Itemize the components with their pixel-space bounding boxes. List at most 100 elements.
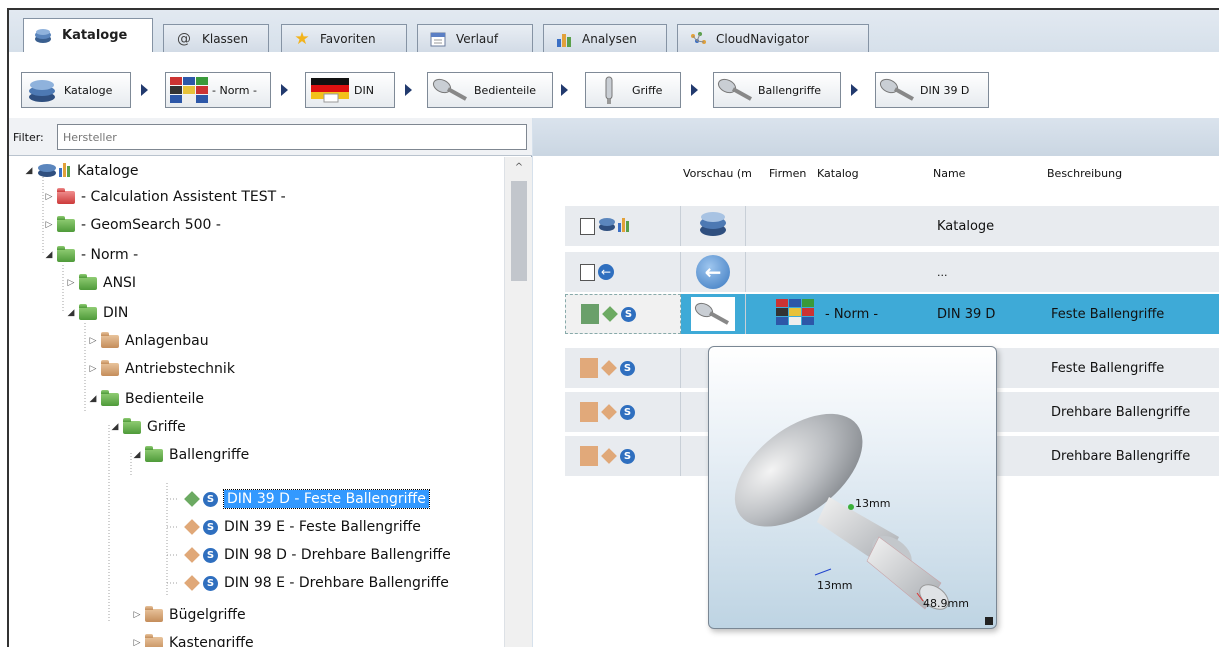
tree-node-norm[interactable]: ◢ - Norm -	[43, 241, 138, 269]
name-cell: Kataloge	[937, 218, 995, 234]
tree-node-label: ANSI	[103, 275, 137, 291]
breadcrumb-norm[interactable]: - Norm -	[165, 72, 271, 108]
tree-node-buegelgriffe[interactable]: ▷ Bügelgriffe	[131, 601, 246, 629]
breadcrumb-griffe[interactable]: Griffe	[585, 72, 681, 108]
row-checkbox[interactable]	[580, 263, 595, 281]
preview-cell: ←	[681, 252, 746, 292]
folder-icon	[145, 633, 163, 647]
scrollbar-thumb[interactable]	[511, 181, 527, 281]
part-status-square	[580, 358, 598, 378]
s-badge-icon: S	[203, 547, 218, 563]
chevron-right-icon	[561, 84, 568, 96]
tab-favoriten[interactable]: ★ Favoriten	[281, 24, 407, 52]
tree-node-din-39-e[interactable]: S DIN 39 E - Feste Ballengriffe	[184, 513, 421, 541]
s-badge-icon: S	[620, 360, 635, 376]
tree-node-din-98-d[interactable]: S DIN 98 D - Drehbare Ballengriffe	[184, 541, 451, 569]
filter-bar: Filter:	[9, 118, 532, 156]
tree-node-griffe[interactable]: ◢ Griffe	[109, 413, 186, 441]
tab-klassen[interactable]: @ Klassen	[163, 24, 269, 52]
tree-node-ballengriffe[interactable]: ◢ Ballengriffe	[131, 441, 249, 469]
collapse-arrow-icon[interactable]: ◢	[65, 308, 77, 318]
scroll-up-icon[interactable]: ^	[505, 157, 533, 179]
collapse-arrow-icon[interactable]: ◢	[131, 450, 143, 460]
tree-node-din-39-d[interactable]: S DIN 39 D - Feste Ballengriffe	[184, 485, 430, 513]
part-cube-icon	[184, 547, 200, 563]
tree-node-label: DIN 39 E - Feste Ballengriffe	[224, 519, 421, 535]
chevron-right-icon	[141, 84, 148, 96]
breadcrumb-label: - Norm -	[212, 83, 257, 97]
column-header-vorschau[interactable]: Vorschau (m	[683, 156, 752, 190]
folder-icon	[145, 605, 163, 622]
tree-node-antriebstechnik[interactable]: ▷ Antriebstechnik	[87, 355, 235, 383]
tree-node-kataloge[interactable]: ◢ Kataloge	[23, 157, 139, 185]
breadcrumb-bedienteile[interactable]: Bedienteile	[427, 72, 553, 108]
collapse-arrow-icon[interactable]: ◢	[23, 166, 35, 176]
breadcrumb-din[interactable]: DIN	[305, 72, 395, 108]
collapse-arrow-icon[interactable]: ◢	[109, 422, 121, 432]
catalog-books-icon	[37, 160, 73, 182]
preview-popup: 13mm 13mm 48.9mm	[708, 346, 997, 629]
row-controls: S	[565, 294, 681, 334]
collapse-arrow-icon[interactable]: ◢	[43, 250, 55, 260]
breadcrumb-label: DIN 39 D	[920, 83, 970, 97]
table-row[interactable]: ← ← ...	[565, 252, 1219, 292]
expand-arrow-icon[interactable]: ▷	[131, 638, 143, 647]
part-cube-icon	[184, 519, 200, 535]
tab-cloudnavigator[interactable]: CloudNavigator	[677, 24, 869, 52]
expand-arrow-icon[interactable]: ▷	[87, 364, 99, 374]
breadcrumb-ballengriffe[interactable]: Ballengriffe	[713, 72, 841, 108]
tree-node-label: DIN 39 D - Feste Ballengriffe	[223, 489, 430, 509]
column-header-beschreibung[interactable]: Beschreibung	[1047, 156, 1122, 190]
expand-arrow-icon[interactable]: ▷	[43, 220, 55, 230]
tree-node-bedienteile[interactable]: ◢ Bedienteile	[87, 385, 204, 413]
table-row-selected[interactable]: S - Norm - DIN 39 D Feste Ballengriffe	[565, 294, 1219, 334]
tab-kataloge[interactable]: Kataloge	[23, 18, 153, 52]
beschreibung-cell: Drehbare Ballengriffe	[1051, 404, 1191, 420]
folder-icon	[57, 215, 75, 232]
tree-node-calculation-assistent[interactable]: ▷ - Calculation Assistent TEST -	[43, 183, 286, 211]
row-checkbox[interactable]	[580, 217, 595, 235]
part-cube-icon	[601, 448, 617, 464]
tree-node-anlagenbau[interactable]: ▷ Anlagenbau	[87, 327, 209, 355]
tree-node-din-98-e[interactable]: S DIN 98 E - Drehbare Ballengriffe	[184, 569, 449, 597]
flags-icon	[166, 76, 212, 104]
tab-analysen[interactable]: Analysen	[543, 24, 667, 52]
s-badge-icon: S	[203, 491, 218, 507]
expand-arrow-icon[interactable]: ▷	[87, 336, 99, 346]
flags-icon	[775, 298, 815, 330]
catalog-books-icon	[22, 77, 64, 103]
expand-arrow-icon[interactable]: ▷	[65, 278, 77, 288]
folder-icon	[57, 187, 75, 204]
folder-open-icon	[123, 417, 141, 434]
row-controls: S	[565, 436, 681, 476]
tree-node-kastengriffe[interactable]: ▷ Kastengriffe	[131, 629, 254, 647]
part-cube-icon	[601, 360, 617, 376]
table-row[interactable]: Kataloge	[565, 206, 1219, 246]
preview-cell[interactable]	[681, 294, 746, 334]
column-header-katalog[interactable]: Katalog	[817, 156, 859, 190]
folder-open-icon	[145, 445, 163, 462]
breadcrumb-kataloge[interactable]: Kataloge	[21, 72, 131, 108]
chevron-right-icon	[851, 84, 858, 96]
collapse-arrow-icon[interactable]: ◢	[87, 394, 99, 404]
tab-label: Analysen	[582, 31, 637, 46]
expand-arrow-icon[interactable]: ▷	[43, 192, 55, 202]
tree-node-geomsearch[interactable]: ▷ - GeomSearch 500 -	[43, 211, 221, 239]
catalog-tree: ◢ Kataloge ▷ - Calculation Assistent TES…	[9, 157, 504, 647]
tree-node-din[interactable]: ◢ DIN	[65, 299, 128, 327]
tree-node-label: Bedienteile	[125, 391, 204, 407]
tree-node-label: DIN 98 E - Drehbare Ballengriffe	[224, 575, 449, 591]
part-cube-icon	[601, 404, 617, 420]
expand-arrow-icon[interactable]: ▷	[131, 610, 143, 620]
folder-icon	[101, 359, 119, 376]
tree-scrollbar[interactable]: ^	[504, 157, 532, 647]
part-status-square	[580, 446, 598, 466]
breadcrumb-din-39-d[interactable]: DIN 39 D	[875, 72, 989, 108]
column-header-firmen[interactable]: Firmen	[769, 156, 806, 190]
knob-handle-icon	[876, 77, 920, 103]
filter-label: Filter:	[13, 131, 44, 144]
tab-verlauf[interactable]: Verlauf	[417, 24, 533, 52]
tree-node-ansi[interactable]: ▷ ANSI	[65, 269, 136, 297]
column-header-name[interactable]: Name	[933, 156, 965, 190]
filter-input[interactable]	[57, 124, 527, 150]
